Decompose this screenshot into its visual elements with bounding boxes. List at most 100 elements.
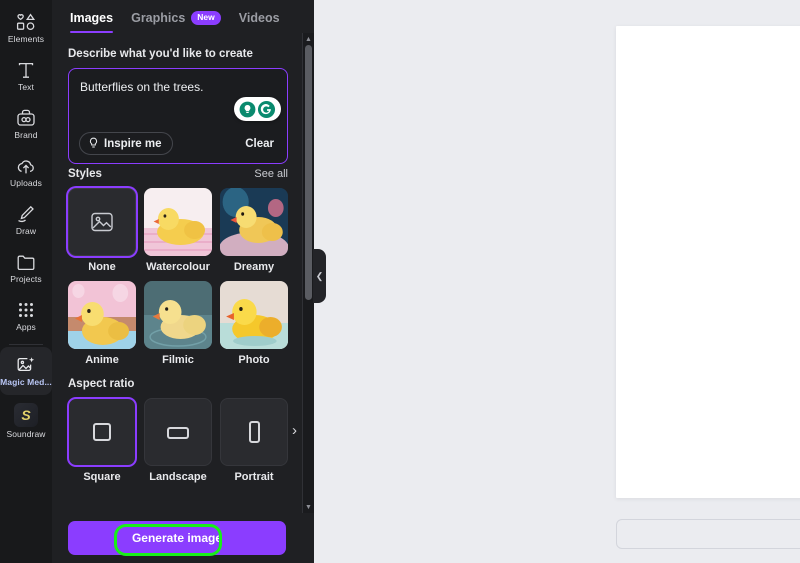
panel-tabs: Images Graphics New Videos <box>52 0 314 36</box>
style-thumbnail[interactable] <box>220 188 288 256</box>
panel-scroll-content: Describe what you'd like to create Butte… <box>52 36 302 515</box>
shapes-icon <box>15 12 37 32</box>
magic-media-icon <box>15 355 37 375</box>
style-option-filmic[interactable]: Filmic <box>144 281 212 366</box>
sidebar-item-label: Magic Med... <box>0 377 52 388</box>
aspect-ratio-label: Square <box>83 471 121 483</box>
image-placeholder-icon <box>90 211 114 233</box>
sidebar-item-text[interactable]: Text <box>0 52 52 100</box>
sidebar-item-label: Brand <box>14 130 38 141</box>
tab-graphics[interactable]: Graphics New <box>131 0 221 36</box>
aspect-ratio-title: Aspect ratio <box>68 378 135 390</box>
styles-title: Styles <box>68 168 102 180</box>
canva-editor-window: Elements Text Brand Uploads Draw Project… <box>0 0 800 563</box>
inspire-me-button[interactable]: Inspire me <box>79 132 173 155</box>
prompt-heading: Describe what you'd like to create <box>68 48 253 60</box>
style-label: Watercolour <box>146 261 210 273</box>
lightbulb-icon[interactable] <box>239 101 256 118</box>
generate-button-wrap: Generate image <box>52 521 302 555</box>
aspect-ratio-square[interactable]: Square <box>68 398 136 483</box>
aspect-ratio-tile[interactable] <box>144 398 212 466</box>
style-label: None <box>88 261 116 273</box>
tab-label: Graphics <box>131 11 186 25</box>
landscape-shape-icon <box>165 422 191 442</box>
styles-grid: None Watercolour Dreamy Anime Filmic Pho… <box>68 188 288 366</box>
inspire-me-label: Inspire me <box>104 137 162 150</box>
style-option-anime[interactable]: Anime <box>68 281 136 366</box>
sidebar-item-projects[interactable]: Projects <box>0 244 52 292</box>
aspect-ratio-row: Square Landscape Portrait <box>68 398 288 483</box>
style-thumbnail[interactable] <box>220 281 288 349</box>
clear-button[interactable]: Clear <box>245 138 276 150</box>
style-option-watercolour[interactable]: Watercolour <box>144 188 212 273</box>
style-option-dreamy[interactable]: Dreamy <box>220 188 288 273</box>
aspect-ratio-section: Square Landscape Portrait › <box>68 398 297 483</box>
style-thumbnail[interactable] <box>144 281 212 349</box>
styles-see-all-link[interactable]: See all <box>254 168 288 180</box>
design-canvas-area[interactable] <box>314 0 800 563</box>
new-badge: New <box>191 11 221 25</box>
square-shape-icon <box>91 421 113 443</box>
sidebar-item-label: Elements <box>7 34 45 45</box>
sidebar-item-draw[interactable]: Draw <box>0 196 52 244</box>
sidebar-item-label: Draw <box>15 226 37 237</box>
sidebar-item-label: Projects <box>10 274 42 285</box>
tab-label: Videos <box>238 11 280 25</box>
sidebar-item-label: Soundraw <box>6 429 46 440</box>
style-option-photo[interactable]: Photo <box>220 281 288 366</box>
soundraw-logo-icon: S <box>14 403 38 428</box>
design-page[interactable] <box>616 26 800 498</box>
sidebar-item-brand[interactable]: Brand <box>0 100 52 148</box>
folder-icon <box>15 252 37 272</box>
chevron-right-icon[interactable]: › <box>292 422 297 439</box>
rail-divider <box>9 344 43 345</box>
prompt-input-box[interactable]: Butterflies on the trees. Inspire me Cle… <box>68 68 288 164</box>
style-label: Photo <box>238 354 270 366</box>
style-thumbnail[interactable] <box>68 281 136 349</box>
scrollbar-thumb[interactable] <box>305 45 312 301</box>
aspect-ratio-label: Landscape <box>149 471 207 483</box>
sidebar-item-elements[interactable]: Elements <box>0 4 52 52</box>
canvas-bottom-input[interactable] <box>616 519 800 549</box>
lightbulb-outline-icon <box>88 137 99 150</box>
sidebar-item-uploads[interactable]: Uploads <box>0 148 52 196</box>
style-thumbnail[interactable] <box>144 188 212 256</box>
sidebar-item-label: Text <box>18 82 34 93</box>
grid-dots-icon <box>15 300 37 320</box>
text-icon <box>15 60 37 80</box>
tab-images[interactable]: Images <box>70 0 114 36</box>
cloud-upload-icon <box>15 156 37 176</box>
sidebar-item-magic-media[interactable]: Magic Med... <box>0 347 52 395</box>
prompt-actions: Inspire me Clear <box>79 132 276 155</box>
aspect-ratio-portrait[interactable]: Portrait <box>220 398 288 483</box>
aspect-ratio-label: Portrait <box>234 471 274 483</box>
left-rail: Elements Text Brand Uploads Draw Project… <box>0 0 52 563</box>
style-option-none[interactable]: None <box>68 188 136 273</box>
chevron-left-icon: ❮ <box>315 270 324 281</box>
generate-image-button[interactable]: Generate image <box>68 521 286 555</box>
sidebar-item-soundraw[interactable]: S Soundraw <box>0 395 52 447</box>
style-thumbnail[interactable] <box>68 188 136 256</box>
aspect-ratio-landscape[interactable]: Landscape <box>144 398 212 483</box>
sidebar-item-label: Apps <box>16 322 36 333</box>
aspect-ratio-tile[interactable] <box>68 398 136 466</box>
prompt-input[interactable]: Butterflies on the trees. <box>80 79 276 95</box>
caret-up-icon[interactable]: ▲ <box>303 33 314 45</box>
magic-media-panel: Images Graphics New Videos Describe what… <box>52 0 314 563</box>
grammarly-widget[interactable] <box>234 97 281 121</box>
sidebar-item-label: Uploads <box>10 178 42 189</box>
style-label: Filmic <box>162 354 194 366</box>
tab-label: Images <box>70 11 114 25</box>
caret-down-icon[interactable]: ▼ <box>303 501 314 513</box>
sidebar-item-apps[interactable]: Apps <box>0 292 52 340</box>
aspect-ratio-tile[interactable] <box>220 398 288 466</box>
brand-icon <box>15 108 37 128</box>
tab-videos[interactable]: Videos <box>239 0 280 36</box>
pen-icon <box>15 204 37 224</box>
styles-header: Styles See all <box>68 168 288 180</box>
style-label: Dreamy <box>233 261 275 273</box>
scrollbar-track[interactable] <box>305 45 312 501</box>
collapse-panel-handle[interactable]: ❮ <box>313 249 326 303</box>
grammarly-g-icon[interactable] <box>257 100 276 119</box>
portrait-shape-icon <box>245 419 263 445</box>
